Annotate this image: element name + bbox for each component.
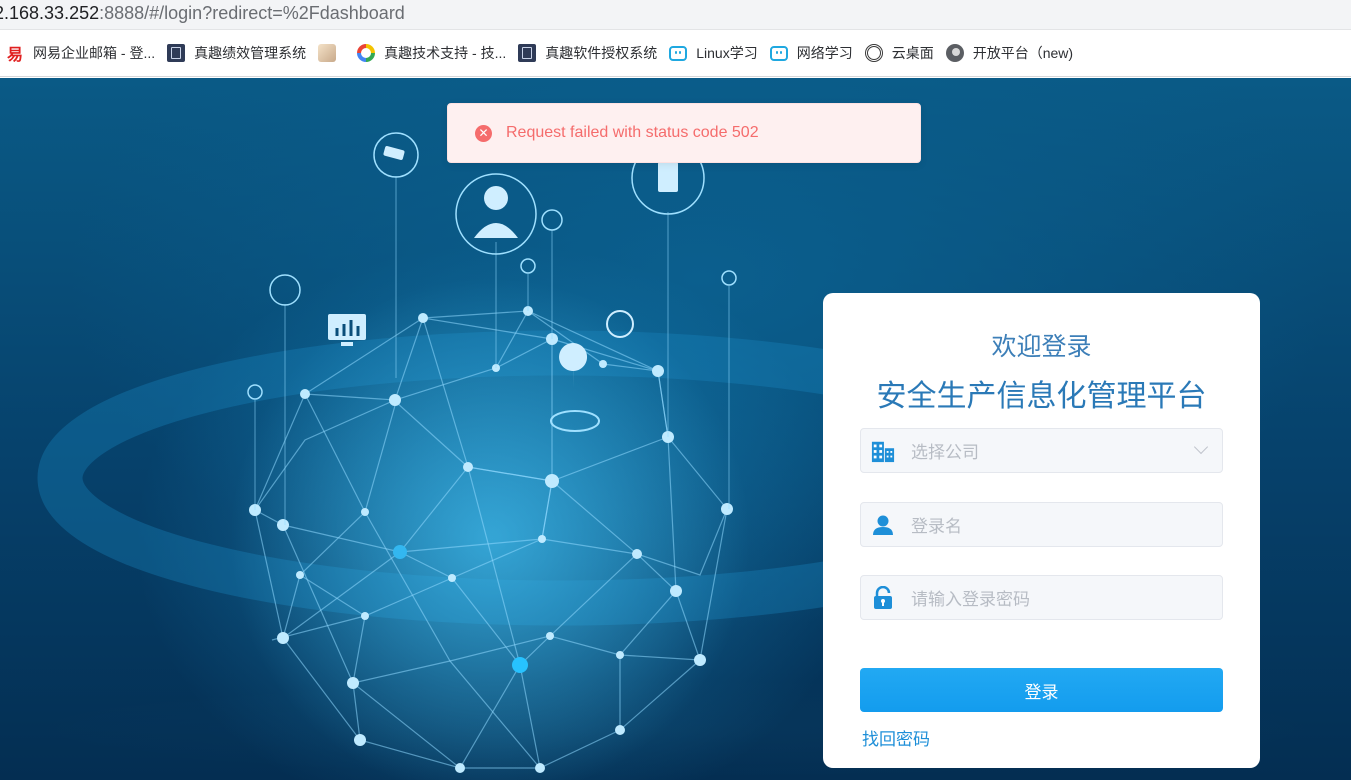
error-toast: ✕ Request failed with status code 502 — [447, 103, 921, 163]
globe-icon — [945, 44, 964, 62]
bookmark-label: 网络学习 — [796, 45, 853, 61]
bookmark-label: 真趣技术支持 - 技... — [384, 45, 507, 61]
welcome-heading: 欢迎登录 — [991, 333, 1092, 361]
bookmark-tech-support[interactable]: 真趣技术支持 - 技... — [355, 38, 516, 68]
platform-title: 安全生产信息化管理平台 — [876, 380, 1207, 413]
bookmark-netease-mail[interactable]: 易 网易企业邮箱 - 登... — [4, 38, 165, 68]
doc-icon — [518, 44, 537, 62]
spiral-icon — [864, 44, 883, 62]
username-input[interactable]: 登录名 — [860, 502, 1223, 547]
bookmark-avatar[interactable] — [316, 38, 355, 68]
lock-icon — [871, 585, 895, 610]
password-input[interactable]: 请输入登录密码 — [860, 575, 1223, 620]
login-card: 欢迎登录 安全生产信息化管理平台 选择公司 登录名 请输入登录密码 登录 找回密… — [823, 293, 1260, 768]
doc-icon — [167, 44, 186, 62]
globe-glow — [230, 278, 750, 780]
bookmark-open-platform[interactable]: 开放平台（new) — [944, 38, 1083, 68]
forgot-password-link[interactable]: 找回密码 — [862, 725, 930, 750]
user-icon — [871, 513, 895, 537]
url-path: :8888/#/login?redirect=%2Fdashboard — [99, 3, 405, 23]
bookmark-cloud-desktop[interactable]: 云桌面 — [863, 38, 944, 68]
error-circle-icon: ✕ — [475, 124, 492, 142]
compass-icon — [357, 44, 376, 62]
username-placeholder: 登录名 — [911, 517, 962, 536]
bookmarks-bar: 易 网易企业邮箱 - 登... 真趣绩效管理系统 真趣技术支持 - 技... 真… — [0, 30, 1351, 77]
url-text[interactable]: 2.168.33.252:8888/#/login?redirect=%2Fda… — [0, 3, 405, 24]
bookmark-performance[interactable]: 真趣绩效管理系统 — [165, 38, 316, 68]
chevron-down-icon — [1193, 439, 1209, 455]
company-select[interactable]: 选择公司 — [860, 428, 1223, 473]
anime-avatar-icon — [318, 44, 337, 62]
login-button[interactable]: 登录 — [860, 668, 1223, 712]
company-placeholder: 选择公司 — [911, 443, 979, 462]
password-placeholder: 请输入登录密码 — [911, 590, 1030, 609]
bookmark-label: 云桌面 — [891, 45, 934, 61]
bookmark-license[interactable]: 真趣软件授权系统 — [516, 38, 667, 68]
url-host: 2.168.33.252 — [0, 3, 100, 23]
bilibili-tv-icon — [769, 45, 788, 61]
address-bar[interactable]: 2.168.33.252:8888/#/login?redirect=%2Fda… — [0, 0, 1351, 30]
toast-message: Request failed with status code 502 — [506, 124, 759, 141]
bookmark-label: 开放平台（new) — [972, 45, 1074, 61]
bookmark-label: 真趣绩效管理系统 — [194, 45, 307, 61]
bilibili-tv-icon — [669, 45, 688, 61]
bookmark-label: Linux学习 — [696, 45, 758, 61]
bookmark-label: 真趣软件授权系统 — [545, 45, 658, 61]
bookmark-network[interactable]: 网络学习 — [768, 38, 863, 68]
bookmark-linux[interactable]: Linux学习 — [667, 38, 767, 68]
netease-icon: 易 — [6, 47, 23, 64]
building-icon — [871, 439, 895, 463]
bookmark-label: 网易企业邮箱 - 登... — [33, 45, 156, 61]
